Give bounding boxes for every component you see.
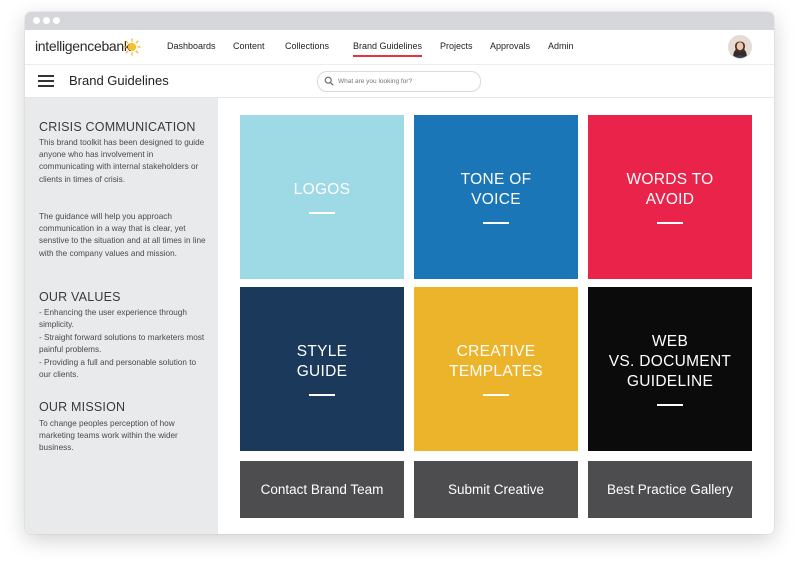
nav-approvals[interactable]: Approvals [490, 41, 530, 51]
crisis-communication-text-2: The guidance will help you approach comm… [39, 212, 206, 258]
tile-divider [483, 222, 509, 224]
window-dot-icon[interactable] [33, 17, 40, 24]
tile-divider [657, 222, 683, 224]
tile-words-to-avoid[interactable]: WORDS TO AVOID [588, 115, 752, 279]
our-values-item: - Straight forward solutions to marketer… [39, 333, 205, 355]
our-values-item: - Providing a full and personable soluti… [39, 358, 197, 380]
avatar-portrait-icon [729, 36, 751, 58]
best-practice-gallery-button[interactable]: Best Practice Gallery [588, 461, 752, 518]
tile-divider [309, 212, 335, 214]
our-values-heading: OUR VALUES [39, 290, 121, 304]
window-dot-icon[interactable] [43, 17, 50, 24]
search-box[interactable] [317, 71, 481, 92]
nav-brand-guidelines[interactable]: Brand Guidelines [353, 41, 423, 57]
nav-projects[interactable]: Projects [440, 41, 473, 51]
tile-tone-of-voice[interactable]: TONE OF VOICE [414, 115, 578, 279]
page-title: Brand Guidelines [69, 73, 169, 88]
tile-style-guide[interactable]: STYLE GUIDE [240, 287, 404, 451]
window-chrome [25, 12, 774, 30]
menu-icon[interactable] [38, 75, 54, 87]
nav-collections[interactable]: Collections [285, 41, 329, 51]
search-icon [324, 76, 334, 86]
browser-window: intelligencebank Dashboards Content Coll… [25, 12, 774, 534]
nav-content[interactable]: Content [233, 41, 265, 51]
our-values-item: - Enhancing the user experience through … [39, 308, 187, 330]
search-input[interactable] [338, 74, 474, 88]
crisis-communication-heading: CRISIS COMMUNICATION [39, 120, 196, 134]
our-mission-text: To change peoples perception of how mark… [39, 419, 178, 453]
logo-text[interactable]: intelligencebank [35, 38, 131, 54]
tile-title: TONE OF VOICE [460, 171, 532, 208]
tile-title: LOGOS [293, 181, 351, 198]
tile-divider [657, 404, 683, 406]
tile-divider [309, 394, 335, 396]
tile-creative-templates[interactable]: CREATIVE TEMPLATES [414, 287, 578, 451]
nav-dashboards[interactable]: Dashboards [167, 41, 216, 51]
sun-logo-icon [123, 38, 141, 56]
tile-title: WORDS TO AVOID [626, 171, 714, 208]
nav-admin[interactable]: Admin [548, 41, 574, 51]
crisis-communication-text: This brand toolkit has been designed to … [39, 138, 205, 184]
tile-title: STYLE GUIDE [296, 343, 348, 380]
tile-web-vs-document-guideline[interactable]: WEB VS. DOCUMENT GUIDELINE [588, 287, 752, 451]
contact-brand-team-button[interactable]: Contact Brand Team [240, 461, 404, 518]
our-mission-heading: OUR MISSION [39, 400, 126, 414]
tile-title: CREATIVE TEMPLATES [449, 343, 543, 380]
sub-header: Brand Guidelines [25, 65, 774, 98]
user-avatar[interactable] [728, 35, 752, 59]
top-navigation: intelligencebank Dashboards Content Coll… [25, 30, 774, 65]
tile-title: WEB VS. DOCUMENT GUIDELINE [608, 333, 732, 390]
submit-creative-button[interactable]: Submit Creative [414, 461, 578, 518]
sidebar: CRISIS COMMUNICATION This brand toolkit … [25, 98, 218, 534]
window-dot-icon[interactable] [53, 17, 60, 24]
tile-divider [483, 394, 509, 396]
tile-logos[interactable]: LOGOS [240, 115, 404, 279]
